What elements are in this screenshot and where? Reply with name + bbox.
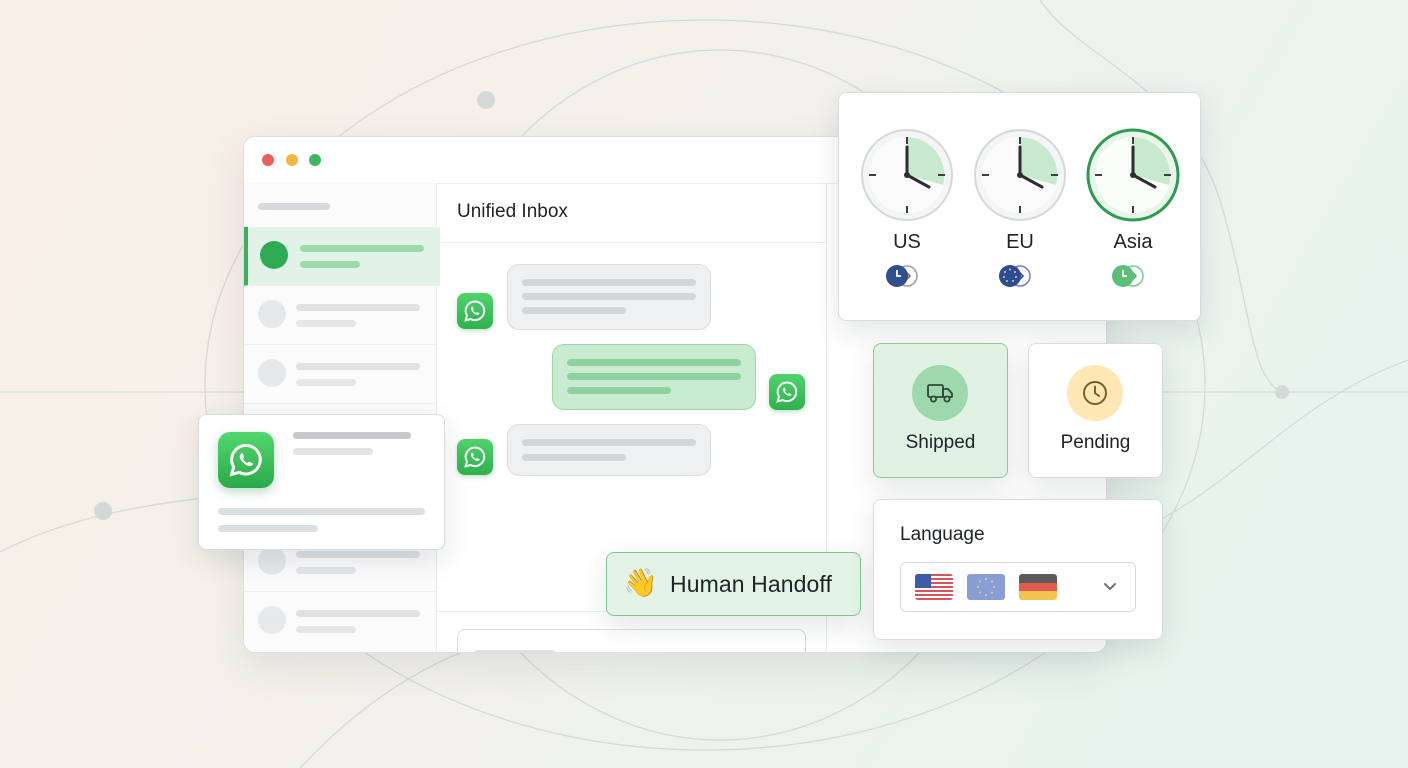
outgoing-message-bubble <box>552 344 756 410</box>
conversation-item[interactable] <box>244 592 436 650</box>
conversation-item-active[interactable] <box>244 227 440 286</box>
incoming-message-bubble <box>507 264 711 330</box>
chevron-down-icon[interactable] <box>1099 575 1121 597</box>
conversation-item[interactable] <box>244 345 436 404</box>
eu-flag-icon[interactable] <box>967 574 1005 600</box>
clock-icon <box>1086 128 1180 222</box>
whatsapp-icon <box>457 439 493 475</box>
clock-icon <box>1067 365 1123 421</box>
clock-icon <box>974 129 1066 221</box>
germany-flag-icon[interactable] <box>1019 574 1057 600</box>
human-handoff-button[interactable]: 👋 Human Handoff <box>606 552 861 616</box>
message-composer-input[interactable] <box>457 629 806 652</box>
status-label: Shipped <box>905 432 976 453</box>
status-label: Pending <box>1060 432 1131 453</box>
region-label: EU <box>1006 231 1034 253</box>
timezone-badge-icon <box>999 265 1031 287</box>
region-label: Asia <box>1113 231 1153 253</box>
whatsapp-icon <box>457 293 493 329</box>
timezone-badge-icon <box>1112 265 1144 287</box>
region-clocks-card: US EU Asia <box>838 92 1201 321</box>
incoming-message-bubble <box>507 424 711 476</box>
clock-icon <box>861 129 953 221</box>
composer-placeholder <box>474 650 556 652</box>
minimize-window-button[interactable] <box>286 154 298 166</box>
language-title: Language <box>900 524 985 545</box>
us-flag-icon[interactable] <box>915 574 953 600</box>
page-title: Unified Inbox <box>457 201 568 222</box>
whatsapp-icon <box>769 374 805 410</box>
timezone-badge-icon <box>886 265 918 287</box>
avatar <box>258 547 286 575</box>
language-card: Language <box>873 499 1163 640</box>
region-label: US <box>893 231 921 253</box>
human-handoff-label: Human Handoff <box>670 571 832 597</box>
close-window-button[interactable] <box>262 154 274 166</box>
conversation-item[interactable] <box>244 286 436 345</box>
whatsapp-icon <box>218 432 274 488</box>
avatar <box>260 241 288 269</box>
language-select[interactable] <box>900 562 1136 612</box>
maximize-window-button[interactable] <box>309 154 321 166</box>
truck-icon <box>912 365 968 421</box>
avatar <box>258 359 286 387</box>
status-card-shipped[interactable]: Shipped <box>873 343 1008 478</box>
whatsapp-notification-card[interactable] <box>198 414 445 550</box>
avatar <box>258 300 286 328</box>
waving-hand-icon: 👋 <box>623 567 658 598</box>
sidebar-header-placeholder <box>258 203 330 210</box>
status-card-pending[interactable]: Pending <box>1028 343 1163 478</box>
avatar <box>258 606 286 634</box>
